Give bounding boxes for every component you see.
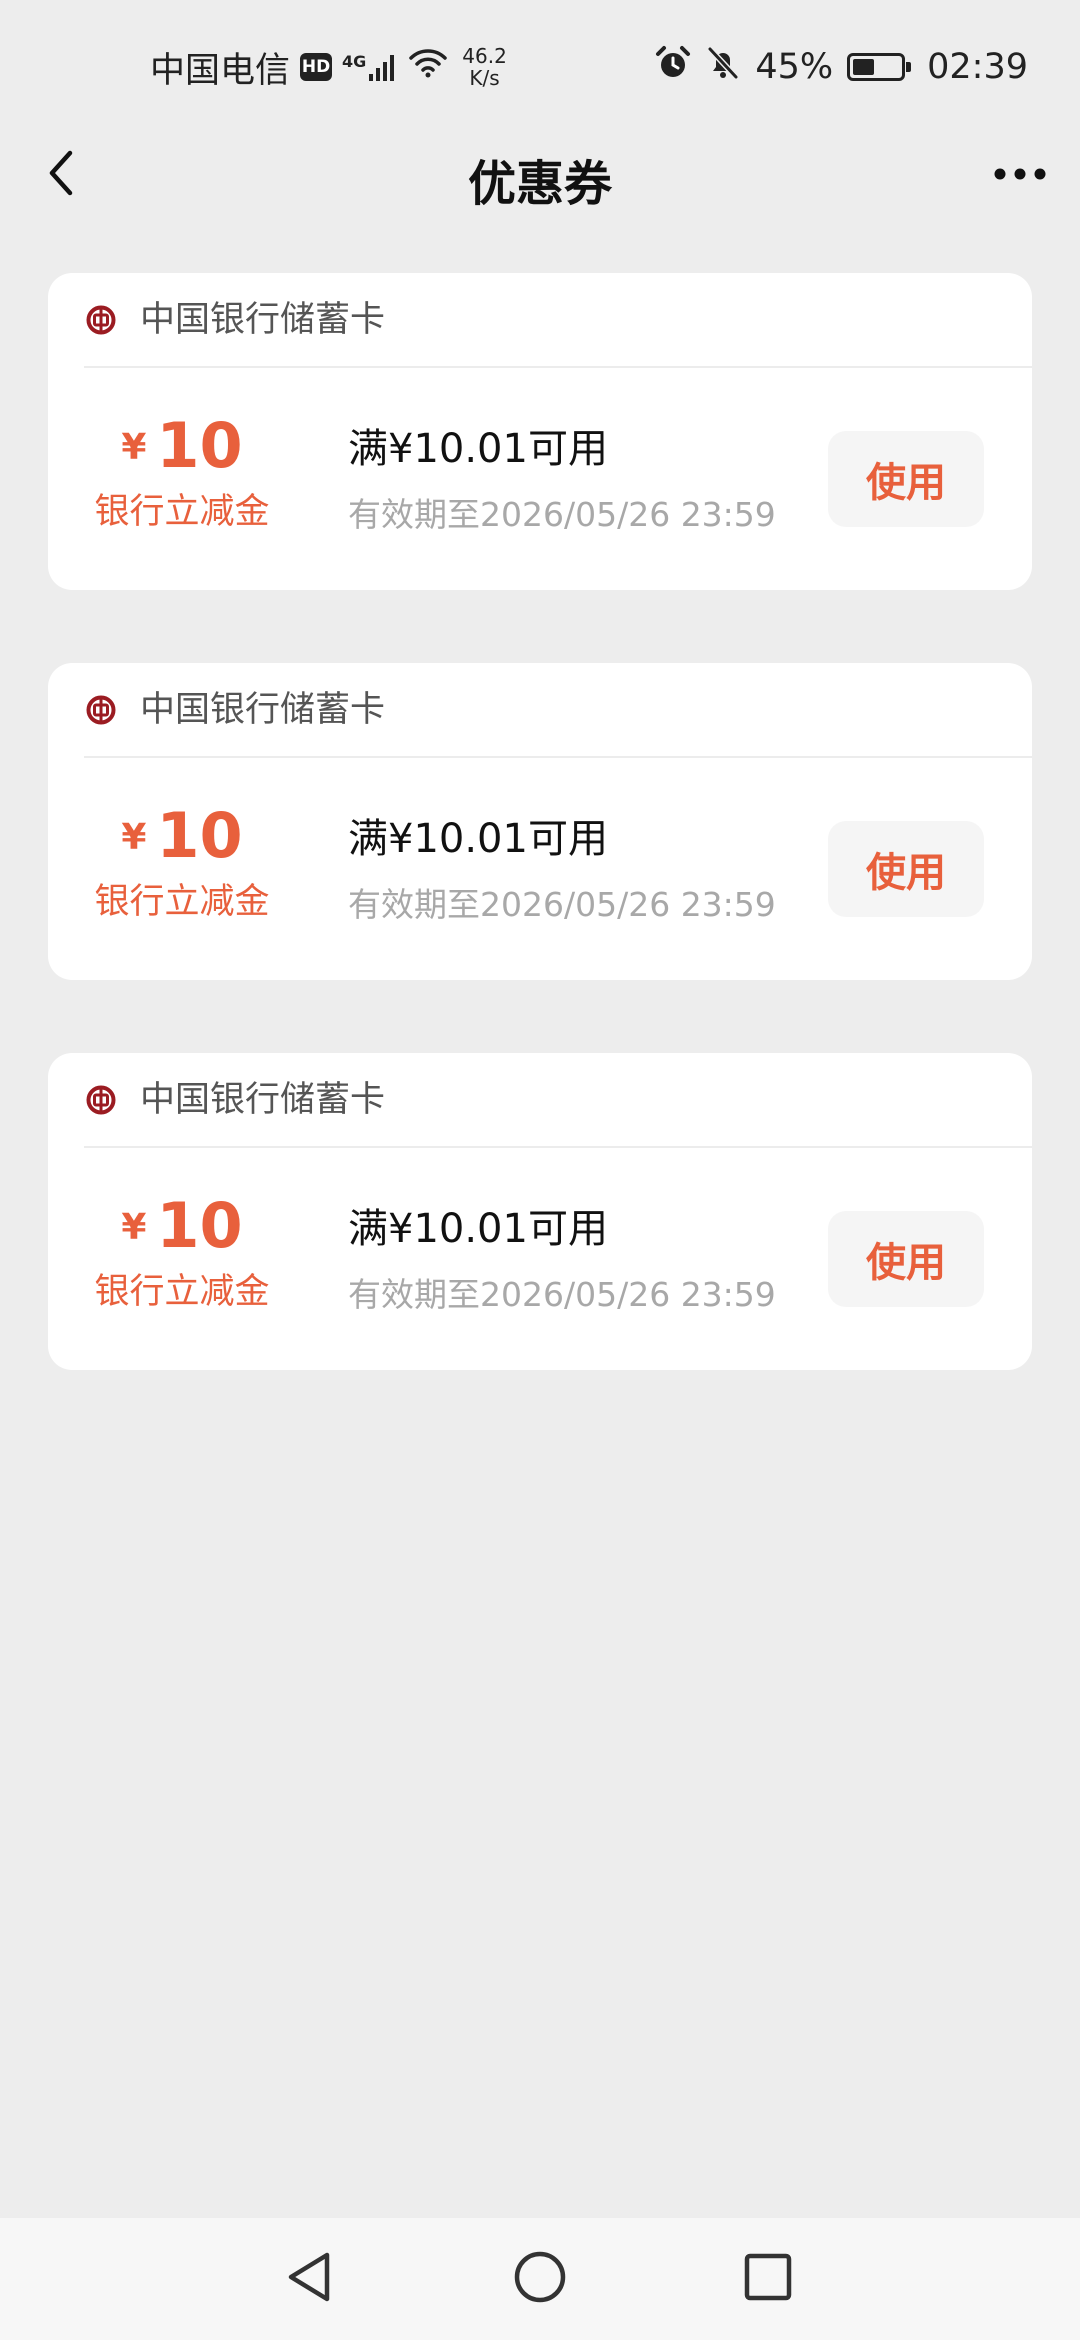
- status-bar-left: 中国电信 HD 4G 46.2 K/s: [150, 40, 507, 94]
- network-speed-value: 46.2: [462, 44, 507, 68]
- use-coupon-button[interactable]: 使用: [828, 431, 984, 527]
- coupon-card-header: 中国银行储蓄卡: [48, 1053, 1032, 1146]
- system-nav-bar: [0, 2218, 1080, 2340]
- coupon-card: 中国银行储蓄卡 ¥ 10 银行立减金 满¥10.01可用 有效期至2026/05…: [48, 273, 1032, 590]
- bank-of-china-logo-icon: [86, 1085, 116, 1115]
- coupon-validity: 有效期至2026/05/26 23:59: [348, 1275, 776, 1314]
- battery-percent: 45%: [755, 47, 834, 87]
- coupon-validity: 有效期至2026/05/26 23:59: [348, 885, 776, 924]
- card-divider: [84, 756, 1032, 758]
- status-bar-right: 45% 02:39: [655, 40, 1028, 94]
- coupon-amount-block: ¥ 10 银行立减金: [84, 1193, 280, 1315]
- use-coupon-button[interactable]: 使用: [828, 821, 984, 917]
- coupon-validity: 有效期至2026/05/26 23:59: [348, 495, 776, 534]
- battery-fill: [853, 59, 875, 75]
- coupon-condition: 满¥10.01可用: [348, 816, 608, 862]
- coupon-type-label: 银行立减金: [94, 882, 270, 922]
- signal-icon: 4G: [342, 52, 398, 82]
- coupon-type-label: 银行立减金: [94, 1272, 270, 1312]
- currency-symbol: ¥: [121, 1207, 147, 1248]
- amount-value: 10: [156, 799, 243, 872]
- coupon-condition: 满¥10.01可用: [348, 1206, 608, 1252]
- more-button[interactable]: [988, 148, 1052, 202]
- page-title: 优惠券: [467, 156, 612, 212]
- coupon-amount-block: ¥ 10 银行立减金: [84, 803, 280, 925]
- amount-value: 10: [156, 1189, 243, 1262]
- coupon-card-header: 中国银行储蓄卡: [48, 273, 1032, 366]
- coupon-amount: ¥ 10: [84, 803, 280, 879]
- coupon-type-label: 银行立减金: [94, 492, 270, 532]
- circle-home-icon: [512, 2249, 568, 2309]
- coupon-info: 满¥10.01可用 有效期至2026/05/26 23:59: [348, 423, 776, 537]
- wifi-icon: [408, 47, 448, 88]
- card-divider: [84, 366, 1032, 368]
- bank-name: 中国银行储蓄卡: [140, 1080, 386, 1120]
- network-type-label: 4G: [342, 52, 367, 71]
- coupon-condition: 满¥10.01可用: [348, 426, 608, 472]
- bank-of-china-logo-icon: [86, 695, 116, 725]
- clock: 02:39: [927, 47, 1028, 87]
- currency-symbol: ¥: [121, 817, 147, 858]
- battery-icon: [847, 53, 912, 81]
- mute-bell-icon: [705, 45, 741, 90]
- amount-value: 10: [156, 409, 243, 482]
- coupon-list: 中国银行储蓄卡 ¥ 10 银行立减金 满¥10.01可用 有效期至2026/05…: [48, 273, 1032, 1443]
- coupon-info: 满¥10.01可用 有效期至2026/05/26 23:59: [348, 813, 776, 927]
- network-speed-unit: K/s: [469, 66, 500, 90]
- coupon-card: 中国银行储蓄卡 ¥ 10 银行立减金 满¥10.01可用 有效期至2026/05…: [48, 663, 1032, 980]
- alarm-icon: [655, 45, 691, 90]
- square-recent-icon: [742, 2251, 794, 2307]
- nav-home-button[interactable]: [505, 2244, 575, 2314]
- coupon-amount: ¥ 10: [84, 1193, 280, 1269]
- more-horizontal-icon: [993, 166, 1047, 185]
- currency-symbol: ¥: [121, 427, 147, 468]
- nav-recent-button[interactable]: [733, 2244, 803, 2314]
- coupon-info: 满¥10.01可用 有效期至2026/05/26 23:59: [348, 1203, 776, 1317]
- bank-name: 中国银行储蓄卡: [140, 690, 386, 730]
- coupon-card-header: 中国银行储蓄卡: [48, 663, 1032, 756]
- card-divider: [84, 1146, 1032, 1148]
- coupon-amount-block: ¥ 10 银行立减金: [84, 413, 280, 535]
- nav-back-button[interactable]: [274, 2244, 344, 2314]
- bank-of-china-logo-icon: [86, 305, 116, 335]
- carrier-label: 中国电信: [150, 50, 291, 91]
- hd-badge: HD: [300, 53, 333, 81]
- coupon-card: 中国银行储蓄卡 ¥ 10 银行立减金 满¥10.01可用 有效期至2026/05…: [48, 1053, 1032, 1370]
- network-speed: 46.2 K/s: [462, 45, 507, 89]
- app-header: 优惠券: [0, 130, 1080, 220]
- use-coupon-button[interactable]: 使用: [828, 1211, 984, 1307]
- coupon-amount: ¥ 10: [84, 413, 280, 489]
- triangle-back-icon: [283, 2249, 335, 2309]
- bank-name: 中国银行储蓄卡: [140, 300, 386, 340]
- status-bar: 中国电信 HD 4G 46.2 K/s 45% 02:39: [0, 0, 1080, 130]
